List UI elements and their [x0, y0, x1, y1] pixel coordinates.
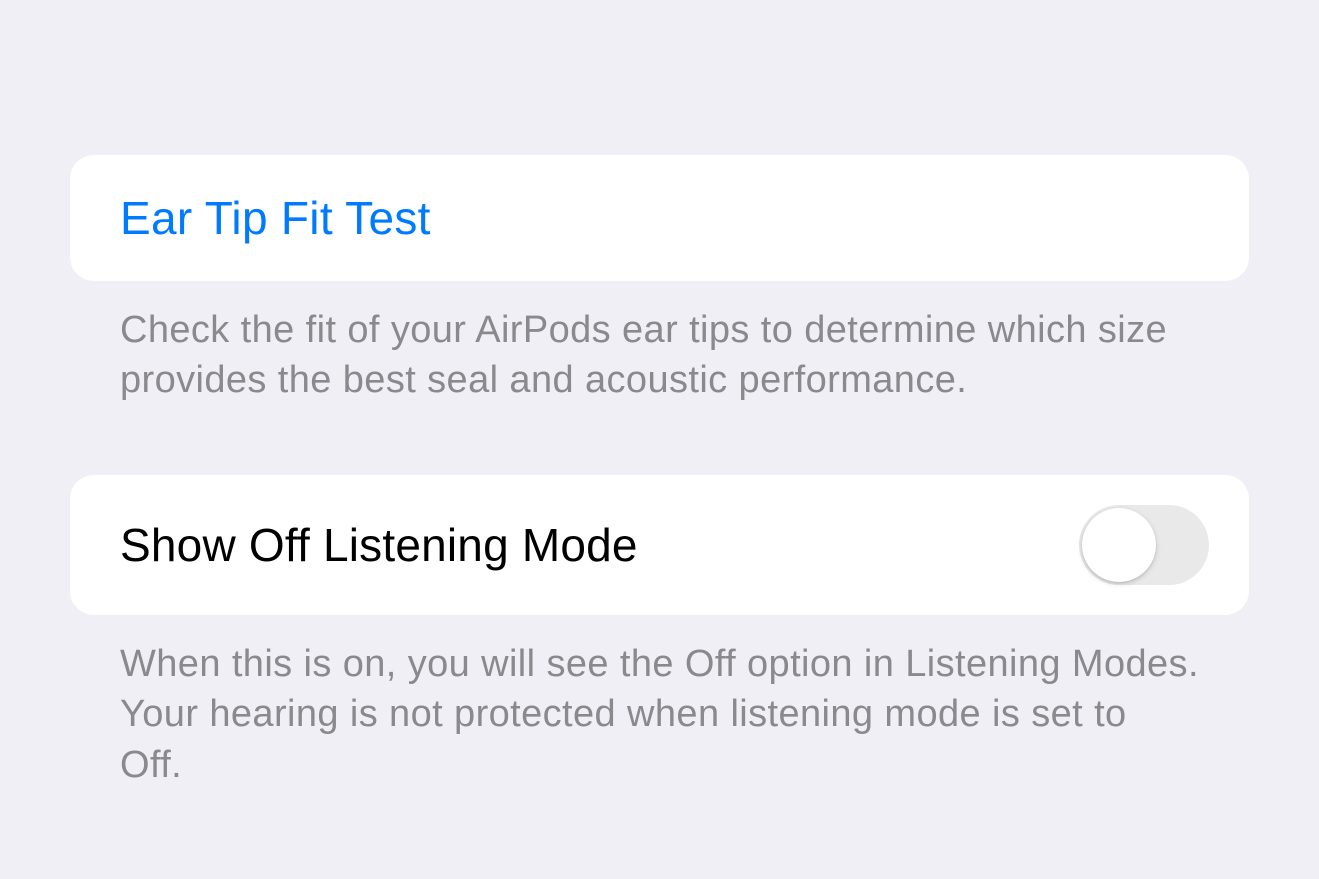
show-off-listening-row: Show Off Listening Mode [70, 475, 1249, 615]
show-off-listening-label: Show Off Listening Mode [120, 518, 638, 572]
show-off-listening-footer: When this is on, you will see the Off op… [70, 615, 1249, 789]
show-off-listening-toggle[interactable] [1079, 505, 1209, 585]
toggle-knob [1082, 508, 1156, 582]
ear-tip-fit-test-link[interactable]: Ear Tip Fit Test [120, 192, 431, 244]
ear-tip-fit-test-footer: Check the fit of your AirPods ear tips t… [70, 281, 1249, 405]
ear-tip-fit-test-row[interactable]: Ear Tip Fit Test [70, 155, 1249, 281]
